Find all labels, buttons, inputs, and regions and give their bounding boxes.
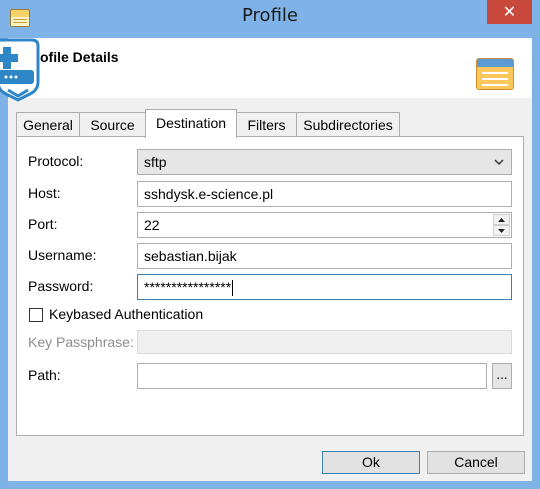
add-badge-icon [0,38,40,102]
ok-button[interactable]: Ok [322,451,420,474]
username-label: Username: [28,247,97,263]
close-icon: ✕ [502,2,517,21]
username-value: sebastian.bijak [144,248,237,264]
password-value: **************** [144,279,232,295]
cancel-button[interactable]: Cancel [427,451,525,474]
key-passphrase-label: Key Passphrase: [28,334,134,350]
port-spin-buttons [493,214,510,236]
tab-subdirectories[interactable]: Subdirectories [296,112,400,137]
browse-button[interactable]: ... [492,363,512,389]
profile-window: Profile ✕ ofile Details General Source D… [0,0,540,489]
password-input[interactable]: **************** [137,274,512,300]
port-stepper[interactable]: 22 [137,212,512,238]
spin-down-icon[interactable] [493,225,510,236]
path-label: Path: [28,367,61,383]
tab-filters[interactable]: Filters [236,112,297,137]
text-caret [232,280,234,297]
profile-header-icon [476,58,514,90]
protocol-label: Protocol: [28,153,84,169]
close-button[interactable]: ✕ [487,0,532,24]
path-input[interactable] [137,363,487,389]
window-title: Profile [242,5,298,26]
keybased-auth-checkbox[interactable] [29,308,43,322]
chevron-down-icon [494,159,504,166]
dialog-body: ofile Details General Source Destination… [8,38,532,481]
host-value: sshdysk.e-science.pl [144,186,274,202]
port-value: 22 [144,217,160,233]
password-label: Password: [28,278,94,294]
tab-destination[interactable]: Destination [145,109,237,138]
tab-strip: General Source Destination Filters Subdi… [16,109,524,138]
protocol-select[interactable]: sftp [137,149,512,175]
destination-panel: Protocol: sftp Host: sshdysk.e-science.p… [16,136,524,436]
username-input[interactable]: sebastian.bijak [137,243,512,269]
header-banner: ofile Details [8,38,532,98]
key-passphrase-input [137,330,512,354]
tab-general[interactable]: General [16,112,80,137]
protocol-value: sftp [144,154,167,170]
host-input[interactable]: sshdysk.e-science.pl [137,181,512,207]
port-label: Port: [28,216,58,232]
spin-up-icon[interactable] [493,214,510,225]
host-label: Host: [28,185,61,201]
title-bar: Profile ✕ [0,0,540,38]
tab-source[interactable]: Source [79,112,146,137]
header-title: ofile Details [40,49,119,65]
keybased-auth-label[interactable]: Keybased Authentication [49,306,203,322]
